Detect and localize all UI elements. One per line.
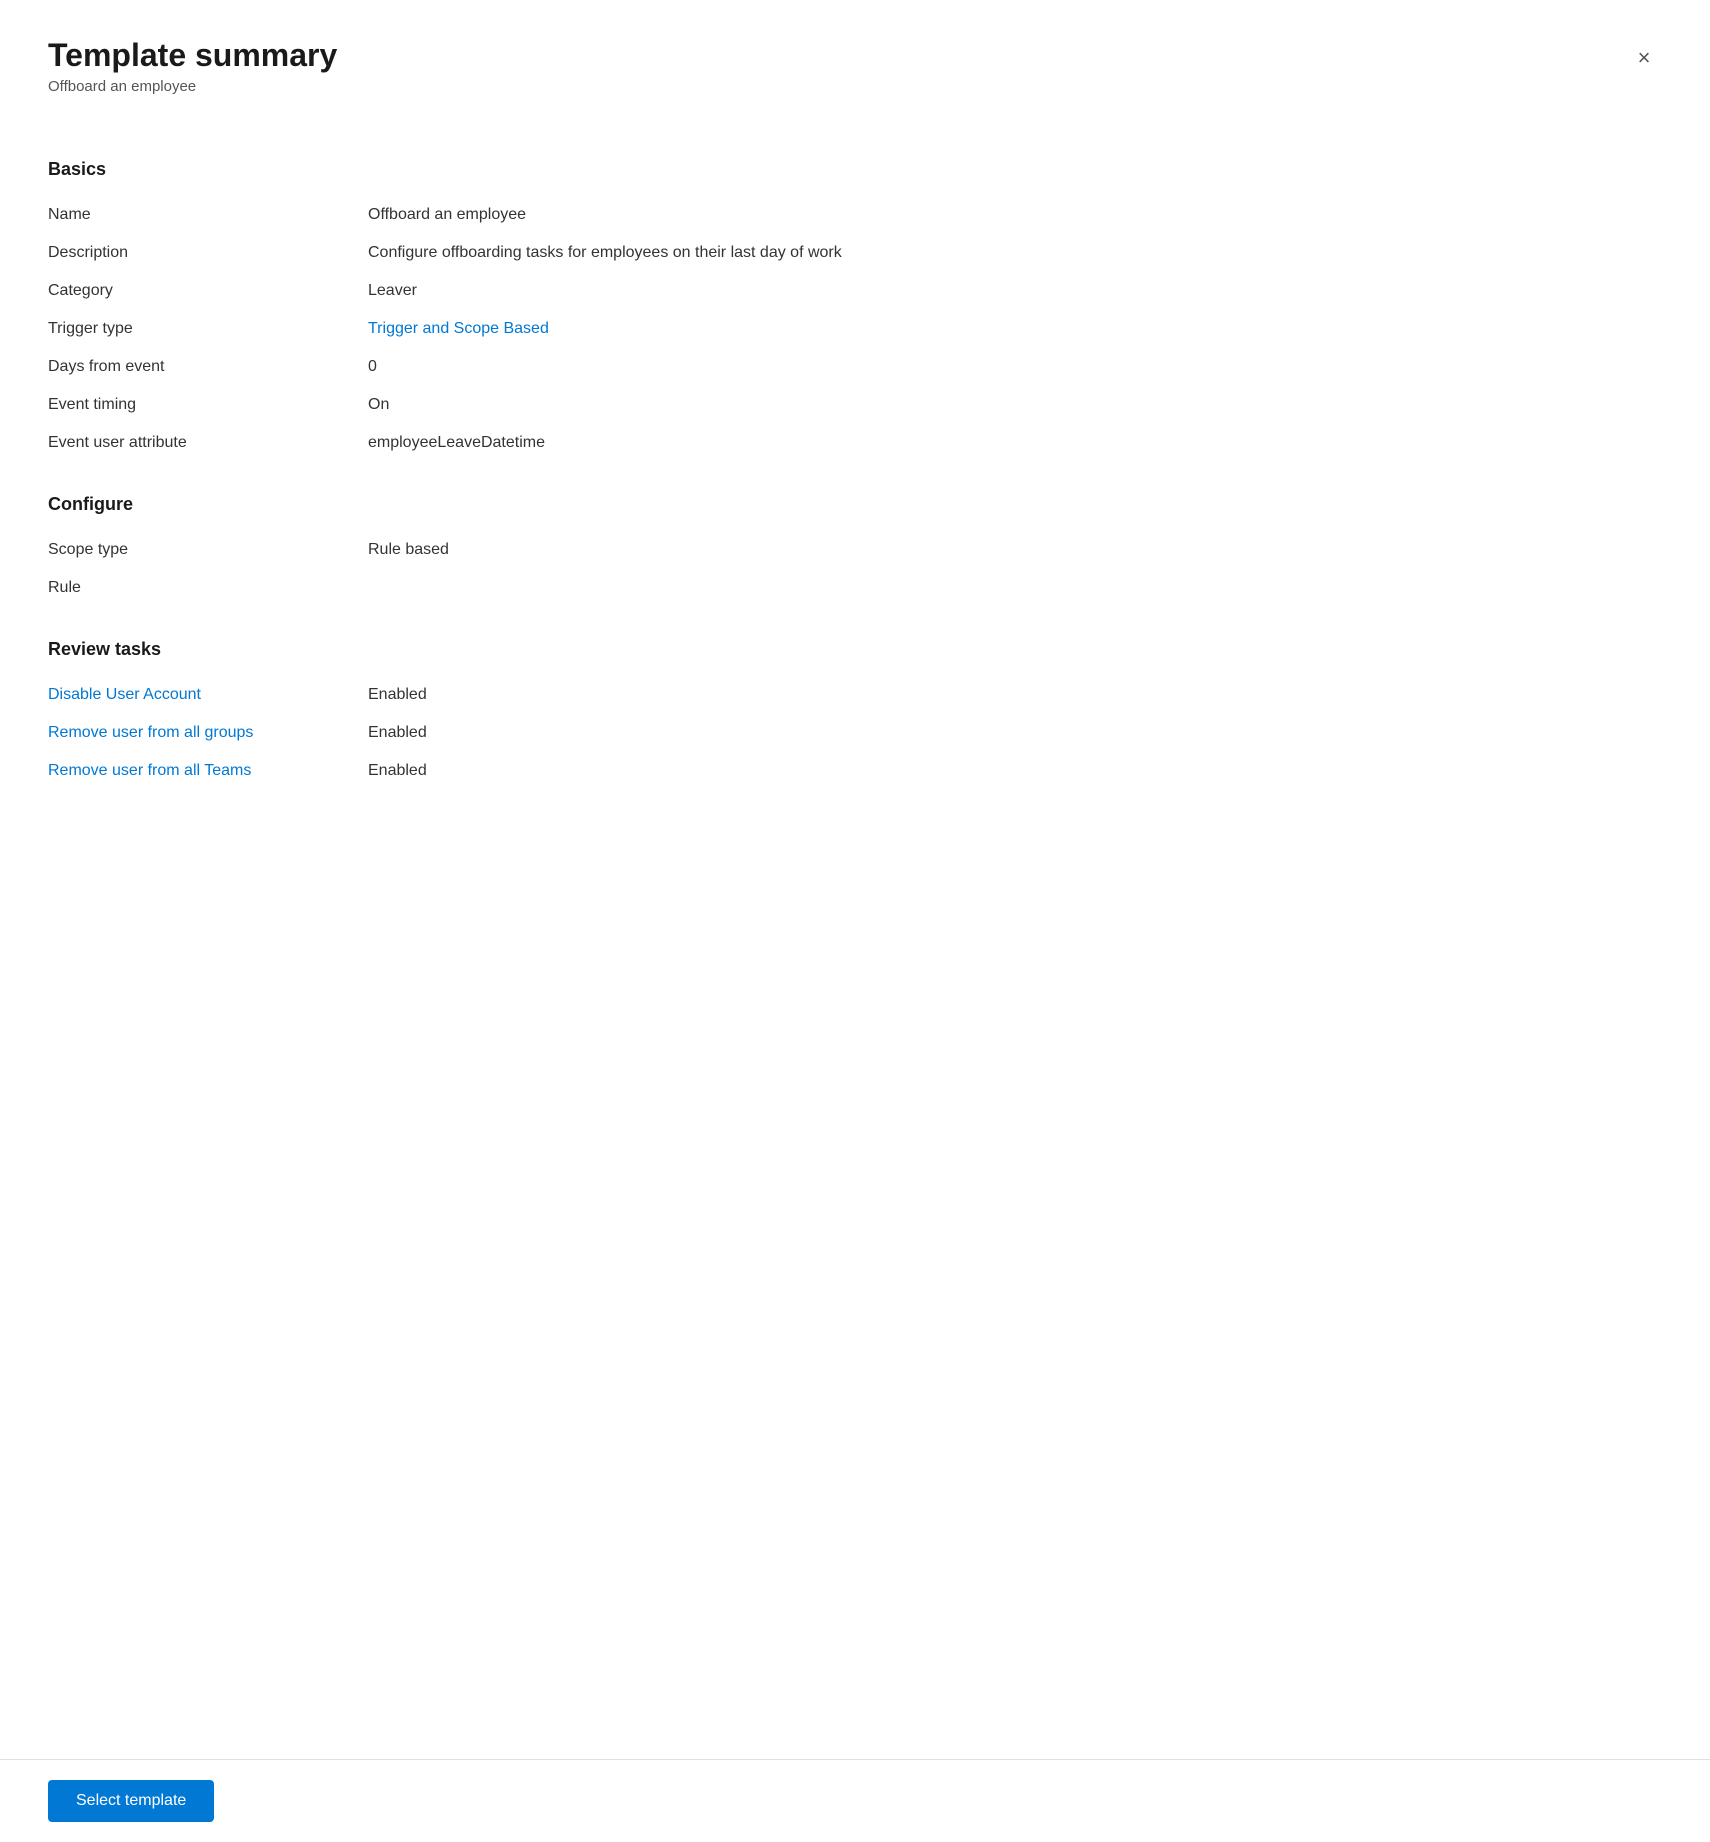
field-row: Remove user from all groups Enabled: [48, 714, 1662, 752]
basics-section-title: Basics: [48, 159, 1662, 180]
field-row: Description Configure offboarding tasks …: [48, 234, 1662, 272]
remove-from-groups-link[interactable]: Remove user from all groups: [48, 724, 253, 741]
field-row: Name Offboard an employee: [48, 196, 1662, 234]
field-value-name: Offboard an employee: [368, 206, 526, 224]
field-value-event-user-attribute: employeeLeaveDatetime: [368, 434, 545, 452]
field-label-days-from-event: Days from event: [48, 358, 368, 376]
field-label-name: Name: [48, 206, 368, 224]
field-label-scope-type: Scope type: [48, 541, 368, 559]
panel-content: Basics Name Offboard an employee Descrip…: [0, 119, 1710, 1759]
disable-user-account-link[interactable]: Disable User Account: [48, 686, 201, 703]
review-tasks-section: Review tasks Disable User Account Enable…: [48, 639, 1662, 790]
template-summary-panel: Template summary Offboard an employee × …: [0, 0, 1710, 1842]
panel-footer: Select template: [0, 1759, 1710, 1842]
field-row: Trigger type Trigger and Scope Based: [48, 310, 1662, 348]
field-value-remove-from-teams: Enabled: [368, 762, 427, 780]
field-label-rule: Rule: [48, 579, 368, 597]
review-tasks-section-title: Review tasks: [48, 639, 1662, 660]
field-label-description: Description: [48, 244, 368, 262]
field-value-days-from-event: 0: [368, 358, 377, 376]
field-label-trigger-type: Trigger type: [48, 320, 368, 338]
field-value-event-timing: On: [368, 396, 389, 414]
field-row: Days from event 0: [48, 348, 1662, 386]
close-button[interactable]: ×: [1626, 40, 1662, 76]
field-row: Remove user from all Teams Enabled: [48, 752, 1662, 790]
basics-section: Basics Name Offboard an employee Descrip…: [48, 159, 1662, 462]
configure-section: Configure Scope type Rule based Rule: [48, 494, 1662, 607]
close-icon: ×: [1638, 45, 1651, 71]
panel-header: Template summary Offboard an employee ×: [0, 0, 1710, 119]
field-value-trigger-type: Trigger and Scope Based: [368, 320, 549, 338]
field-label-event-timing: Event timing: [48, 396, 368, 414]
field-label-disable-user-account: Disable User Account: [48, 686, 368, 704]
field-row: Category Leaver: [48, 272, 1662, 310]
header-title-group: Template summary Offboard an employee: [48, 36, 337, 95]
field-row: Event timing On: [48, 386, 1662, 424]
field-row: Event user attribute employeeLeaveDateti…: [48, 424, 1662, 462]
field-row: Scope type Rule based: [48, 531, 1662, 569]
field-label-remove-from-groups: Remove user from all groups: [48, 724, 368, 742]
field-row: Rule: [48, 569, 1662, 607]
panel-title: Template summary: [48, 36, 337, 74]
field-label-remove-from-teams: Remove user from all Teams: [48, 762, 368, 780]
field-label-category: Category: [48, 282, 368, 300]
panel-subtitle: Offboard an employee: [48, 78, 337, 95]
field-label-event-user-attribute: Event user attribute: [48, 434, 368, 452]
remove-from-teams-link[interactable]: Remove user from all Teams: [48, 762, 251, 779]
field-value-remove-from-groups: Enabled: [368, 724, 427, 742]
field-value-disable-user-account: Enabled: [368, 686, 427, 704]
configure-section-title: Configure: [48, 494, 1662, 515]
field-value-description: Configure offboarding tasks for employee…: [368, 244, 842, 262]
field-value-scope-type: Rule based: [368, 541, 449, 559]
field-row: Disable User Account Enabled: [48, 676, 1662, 714]
select-template-button[interactable]: Select template: [48, 1780, 214, 1822]
field-value-category: Leaver: [368, 282, 417, 300]
